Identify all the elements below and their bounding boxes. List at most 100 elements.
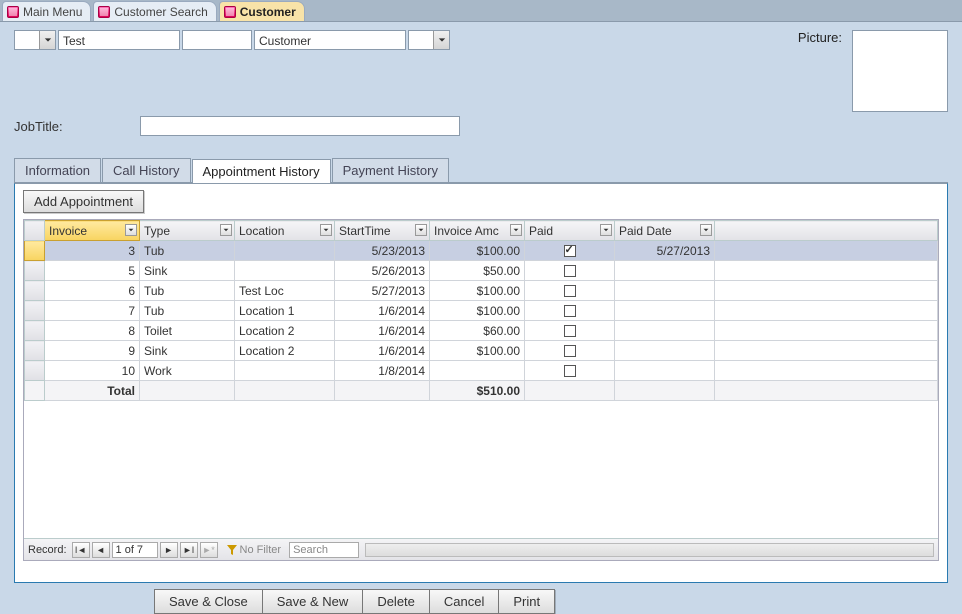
row-selector[interactable] (25, 281, 45, 301)
row-selector[interactable] (25, 241, 45, 261)
nav-next-button[interactable]: ► (160, 542, 178, 558)
table-row[interactable]: 10Work1/8/2014 (25, 361, 938, 381)
cell-amount[interactable]: $100.00 (430, 241, 525, 261)
table-row[interactable]: 7TubLocation 11/6/2014$100.00 (25, 301, 938, 321)
row-selector[interactable] (25, 261, 45, 281)
cell-amount[interactable] (430, 361, 525, 381)
cell-invoice[interactable]: 10 (45, 361, 140, 381)
tab-appointment-history[interactable]: Appointment History (192, 159, 331, 183)
add-appointment-button[interactable]: Add Appointment (23, 190, 144, 213)
print-button[interactable]: Print (498, 589, 555, 614)
cell-location[interactable]: Test Loc (235, 281, 335, 301)
cell-paid[interactable] (525, 341, 615, 361)
cell-amount[interactable]: $100.00 (430, 341, 525, 361)
middle-name-field[interactable] (182, 30, 252, 50)
cell-paid[interactable] (525, 321, 615, 341)
cell-starttime[interactable]: 5/27/2013 (335, 281, 430, 301)
col-header[interactable]: Invoice (45, 221, 140, 241)
save-new-button[interactable]: Save & New (262, 589, 363, 614)
cell-invoice[interactable]: 6 (45, 281, 140, 301)
cell-paiddate[interactable] (615, 301, 715, 321)
cell-starttime[interactable]: 5/23/2013 (335, 241, 430, 261)
cell-amount[interactable]: $50.00 (430, 261, 525, 281)
paid-checkbox[interactable] (564, 285, 576, 297)
row-selector[interactable] (25, 341, 45, 361)
col-header[interactable]: Paid (525, 221, 615, 241)
save-close-button[interactable]: Save & Close (154, 589, 262, 614)
cell-amount[interactable]: $100.00 (430, 281, 525, 301)
column-filter-icon[interactable] (510, 224, 522, 236)
column-filter-icon[interactable] (220, 224, 232, 236)
cell-invoice[interactable]: 7 (45, 301, 140, 321)
table-row[interactable]: 3Tub 5/23/2013$100.00 5/27/2013 (25, 241, 938, 261)
cell-amount[interactable]: $100.00 (430, 301, 525, 321)
cell-location[interactable]: Location 2 (235, 341, 335, 361)
col-header[interactable]: Invoice Amc (430, 221, 525, 241)
row-selector[interactable] (25, 321, 45, 341)
cell-starttime[interactable]: 5/26/2013 (335, 261, 430, 281)
column-filter-icon[interactable] (700, 224, 712, 236)
cell-paid[interactable] (525, 361, 615, 381)
paid-checkbox[interactable] (564, 265, 576, 277)
cell-location[interactable] (235, 261, 335, 281)
cell-location[interactable]: Location 1 (235, 301, 335, 321)
cell-paid[interactable] (525, 241, 615, 261)
horizontal-scrollbar[interactable] (365, 543, 934, 557)
column-filter-icon[interactable] (320, 224, 332, 236)
cell-paiddate[interactable] (615, 261, 715, 281)
table-row[interactable]: 6TubTest Loc5/27/2013$100.00 (25, 281, 938, 301)
cell-starttime[interactable]: 1/6/2014 (335, 301, 430, 321)
paid-checkbox[interactable] (564, 325, 576, 337)
delete-button[interactable]: Delete (362, 589, 429, 614)
suffix-combo[interactable] (408, 30, 450, 50)
cell-starttime[interactable]: 1/8/2014 (335, 361, 430, 381)
title-combo[interactable] (14, 30, 56, 50)
cell-type[interactable]: Sink (140, 261, 235, 281)
cell-invoice[interactable]: 5 (45, 261, 140, 281)
col-header[interactable]: Type (140, 221, 235, 241)
cell-paiddate[interactable] (615, 321, 715, 341)
table-row[interactable]: 9SinkLocation 21/6/2014$100.00 (25, 341, 938, 361)
cell-paiddate[interactable] (615, 341, 715, 361)
cell-paiddate[interactable]: 5/27/2013 (615, 241, 715, 261)
cell-paiddate[interactable] (615, 281, 715, 301)
paid-checkbox[interactable] (564, 305, 576, 317)
filter-indicator[interactable]: No Filter (227, 544, 282, 556)
cell-invoice[interactable]: 8 (45, 321, 140, 341)
paid-checkbox[interactable] (564, 365, 576, 377)
column-filter-icon[interactable] (125, 224, 137, 236)
cell-location[interactable] (235, 361, 335, 381)
table-row[interactable]: 8ToiletLocation 21/6/2014$60.00 (25, 321, 938, 341)
nav-new-button[interactable]: ►* (200, 542, 218, 558)
cell-type[interactable]: Toilet (140, 321, 235, 341)
cell-type[interactable]: Tub (140, 301, 235, 321)
cell-location[interactable]: Location 2 (235, 321, 335, 341)
select-all-header[interactable] (25, 221, 45, 241)
row-selector[interactable] (25, 361, 45, 381)
row-selector[interactable] (25, 301, 45, 321)
cell-paid[interactable] (525, 301, 615, 321)
search-box[interactable]: Search (289, 542, 359, 558)
first-name-field[interactable]: Test (58, 30, 180, 50)
cell-starttime[interactable]: 1/6/2014 (335, 341, 430, 361)
cancel-button[interactable]: Cancel (429, 589, 498, 614)
tab-payment-history[interactable]: Payment History (332, 158, 449, 182)
cell-type[interactable]: Tub (140, 281, 235, 301)
cell-type[interactable]: Tub (140, 241, 235, 261)
cell-invoice[interactable]: 3 (45, 241, 140, 261)
col-header[interactable]: StartTime (335, 221, 430, 241)
column-filter-icon[interactable] (600, 224, 612, 236)
paid-checkbox[interactable] (564, 345, 576, 357)
column-filter-icon[interactable] (415, 224, 427, 236)
cell-starttime[interactable]: 1/6/2014 (335, 321, 430, 341)
col-header[interactable]: Paid Date (615, 221, 715, 241)
cell-invoice[interactable]: 9 (45, 341, 140, 361)
cell-location[interactable] (235, 241, 335, 261)
cell-paid[interactable] (525, 261, 615, 281)
tab-call-history[interactable]: Call History (102, 158, 190, 182)
record-position[interactable]: 1 of 7 (112, 542, 158, 558)
paid-checkbox[interactable] (564, 245, 576, 257)
picture-box[interactable] (852, 30, 948, 112)
tab-information[interactable]: Information (14, 158, 101, 182)
tab-main-menu[interactable]: Main Menu (2, 1, 91, 21)
